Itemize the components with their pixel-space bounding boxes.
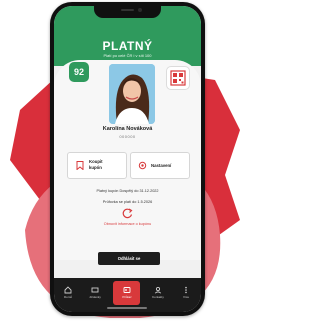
- status-title: PLATNÝ: [102, 39, 153, 53]
- tab-home-label: Domů: [63, 295, 72, 299]
- settings-button[interactable]: Nastavení: [130, 152, 190, 179]
- tab-more-label: Více: [182, 295, 189, 299]
- settings-label: Nastavení: [151, 163, 172, 168]
- tab-more[interactable]: Více: [176, 278, 196, 308]
- tab-contacts-label: Kontakty: [152, 295, 164, 299]
- user-id: 000000: [119, 134, 136, 139]
- tab-home[interactable]: Domů: [58, 278, 78, 308]
- logout-button[interactable]: Odhlásit se: [98, 252, 160, 265]
- tab-tickets[interactable]: Jízdenky: [85, 278, 105, 308]
- speaker: [121, 9, 134, 11]
- refresh-coupon-link[interactable]: Obnovit informace o kupónu: [54, 222, 201, 226]
- coupon-valid-until: Platný kupón Dospělý do 31.12.2022: [96, 189, 159, 193]
- more-icon: [185, 286, 187, 294]
- card-icon: [123, 287, 131, 293]
- buy-coupon-button[interactable]: Koupit kupón: [67, 152, 127, 179]
- phone-frame: PLATNÝ Platí po celé ČR i v síti 100 92: [50, 2, 205, 316]
- home-icon: [64, 286, 72, 294]
- phone-notch: [94, 6, 161, 18]
- profile-photo: [109, 64, 155, 124]
- qr-code-icon: [170, 70, 186, 86]
- coupon-renewal: Prüfovka se platí do 1.5.2026: [102, 200, 153, 204]
- avatar: [109, 64, 155, 124]
- status-subtitle: Platí po celé ČR i v síti 100: [103, 53, 152, 58]
- user-name: Karolína Nováková: [102, 126, 153, 132]
- buy-coupon-label-1: Koupit: [89, 159, 103, 164]
- gear-icon: [138, 161, 147, 170]
- app-screen: PLATNÝ Platí po celé ČR i v síti 100 92: [54, 6, 201, 312]
- qr-code-button[interactable]: [166, 66, 190, 90]
- refresh-icon[interactable]: [121, 207, 134, 220]
- buy-coupon-label-2: kupón: [89, 165, 102, 170]
- tab-card-label: Průkaz: [122, 295, 132, 299]
- tab-card[interactable]: Průkaz: [117, 278, 137, 308]
- tab-tickets-label: Jízdenky: [89, 295, 101, 299]
- tab-contacts[interactable]: Kontakty: [148, 278, 168, 308]
- contact-icon: [154, 286, 162, 294]
- home-indicator: [107, 307, 147, 309]
- camera: [138, 8, 142, 12]
- score-badge: 92: [69, 62, 89, 82]
- ticket-icon: [91, 287, 99, 293]
- bookmark-icon: [76, 161, 84, 170]
